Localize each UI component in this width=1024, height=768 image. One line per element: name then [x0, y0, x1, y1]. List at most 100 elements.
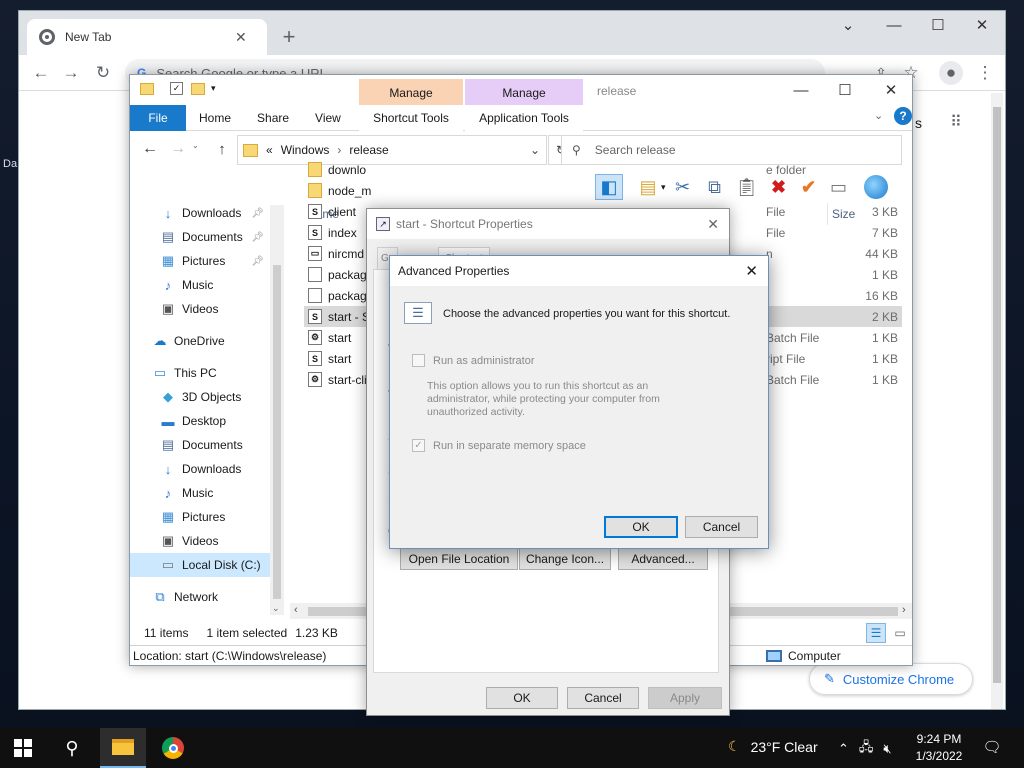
nav-item-pictures[interactable]: ▦ Pictures — [130, 505, 270, 529]
nav-item-music[interactable]: ♪ Music — [130, 481, 270, 505]
chrome-scroll-thumb[interactable] — [993, 107, 1001, 683]
shortcut-apply-button[interactable]: Apply — [648, 687, 722, 709]
nav-scroll-thumb[interactable] — [273, 265, 281, 599]
tab-application-tools[interactable]: Application Tools — [465, 104, 583, 131]
folder-file-icon — [308, 162, 322, 177]
nav-item-videos[interactable]: ▣ Videos — [130, 529, 270, 553]
nav-item-documents[interactable]: ▤ Documents — [130, 433, 270, 457]
nav-scroll-down-icon[interactable]: ⌄ — [272, 603, 280, 614]
volume-muted-icon[interactable]: 🔇︎ — [883, 741, 891, 757]
reload-icon[interactable]: ↻ — [91, 61, 115, 85]
weather-widget[interactable]: ☾ 23°F Clear — [728, 738, 818, 755]
breadcrumb-overflow[interactable]: « — [266, 143, 273, 157]
apps-grid-icon[interactable]: ⠿ — [945, 111, 967, 133]
taskbar-file-explorer[interactable] — [100, 728, 146, 768]
run-as-admin-option[interactable]: Run as administrator — [412, 354, 535, 367]
start-icon[interactable] — [14, 739, 32, 757]
chrome-menu-icon[interactable]: ⋮ — [973, 61, 997, 85]
file-size: 16 KB — [865, 288, 898, 303]
recent-locations-icon[interactable]: ⌄ — [192, 141, 199, 150]
breadcrumb-release[interactable]: release — [349, 143, 388, 157]
taskbar-chrome[interactable] — [150, 728, 196, 768]
scroll-right-icon[interactable]: › — [902, 604, 906, 616]
network-status-icon[interactable]: 🖧︎ — [859, 738, 874, 760]
tab-home[interactable]: Home — [186, 105, 244, 131]
tab-view[interactable]: View — [302, 105, 354, 131]
new-tab-icon[interactable]: + — [277, 24, 301, 49]
nav-item-downloads[interactable]: ↓ Downloads — [130, 457, 270, 481]
nav-item-desktop[interactable]: ▬ Desktop — [130, 409, 270, 433]
explorer-maximize-icon[interactable]: ☐ — [822, 76, 868, 104]
customize-chrome-button[interactable]: ✎ Customize Chrome — [809, 663, 973, 695]
tab-file[interactable]: File — [130, 104, 186, 131]
nav-item-network[interactable]: ⧉ Network — [130, 585, 270, 609]
nav-item-local-disk-c[interactable]: ▭ Local Disk (C:) — [130, 553, 270, 577]
status-bar: 11 items 1 item selected 1.23 KB — [144, 625, 338, 641]
profile-icon[interactable]: ● — [939, 61, 963, 85]
properties-icon[interactable]: ✓ — [170, 82, 183, 95]
shortcut-ok-button[interactable]: OK — [486, 687, 558, 709]
tab-new-tab[interactable]: New Tab ✕ — [27, 19, 267, 55]
nav-item-documents[interactable]: ▤ Documents 📌︎ — [130, 225, 270, 249]
close-tab-icon[interactable]: ✕ — [235, 29, 247, 46]
close-window-icon[interactable]: ✕ — [959, 11, 1005, 39]
explorer-close-icon[interactable]: ✕ — [868, 76, 914, 104]
explorer-back-icon[interactable]: ← — [138, 137, 162, 161]
advanced-button[interactable]: Advanced... — [618, 548, 708, 570]
advanced-cancel-button[interactable]: Cancel — [685, 516, 758, 538]
clock[interactable]: 9:24 PM 1/3/2022 — [906, 731, 972, 765]
file-row[interactable]: downlo e folder — [304, 159, 902, 180]
run-as-admin-checkbox[interactable] — [412, 354, 425, 367]
shortcut-close-icon[interactable]: ✕ — [707, 216, 719, 233]
chrome-scrollbar[interactable] — [991, 93, 1003, 709]
nav-item-pictures[interactable]: ▦ Pictures 📌︎ — [130, 249, 270, 273]
nav-item-label: Music — [182, 278, 214, 292]
separate-memory-checkbox[interactable]: ✓ — [412, 439, 425, 452]
gmail-link-fragment[interactable]: s — [915, 115, 922, 131]
tab-share[interactable]: Share — [244, 105, 302, 131]
file-name: client — [328, 204, 357, 219]
scroll-left-icon[interactable]: ‹ — [294, 604, 298, 616]
forward-icon[interactable]: → — [59, 61, 83, 85]
details-view-icon[interactable]: ☰ — [866, 623, 886, 643]
address-dropdown-icon[interactable]: ⌄ — [530, 143, 540, 157]
new-folder-icon[interactable] — [191, 82, 205, 95]
file-row[interactable]: node_m — [304, 180, 902, 201]
separate-memory-option[interactable]: ✓ Run in separate memory space — [412, 439, 586, 452]
nav-item-videos[interactable]: ▣ Videos — [130, 297, 270, 321]
nav-item-this-pc[interactable]: ▭ This PC — [130, 361, 270, 385]
file-size: 44 KB — [865, 246, 898, 261]
advanced-ok-button[interactable]: OK — [604, 516, 678, 538]
taskbar-search-icon[interactable]: ⚲ — [60, 736, 84, 760]
nav-item-music[interactable]: ♪ Music — [130, 273, 270, 297]
documents-icon: ▤ — [161, 229, 175, 244]
open-file-location-button[interactable]: Open File Location — [400, 548, 518, 570]
advanced-close-icon[interactable]: ✕ — [745, 262, 758, 280]
breadcrumb-windows[interactable]: Windows — [281, 143, 330, 157]
nav-item-onedrive[interactable]: ☁ OneDrive — [130, 329, 270, 353]
explorer-minimize-icon[interactable]: — — [778, 76, 824, 104]
nav-item-label: Desktop — [182, 414, 227, 428]
show-hidden-icons-icon[interactable]: ⌃ — [838, 741, 849, 757]
customize-qat-icon[interactable]: ▾ — [211, 83, 216, 94]
up-icon[interactable]: ↑ — [210, 137, 234, 161]
large-icons-view-icon[interactable]: ▭ — [890, 623, 910, 643]
maximize-icon[interactable]: ☐ — [915, 11, 961, 39]
tab-shortcut-tools[interactable]: Shortcut Tools — [359, 104, 463, 131]
back-icon[interactable]: ← — [29, 61, 53, 85]
computer-label: Computer — [788, 649, 841, 663]
nav-item-downloads[interactable]: ↓ Downloads 📌︎ — [130, 201, 270, 225]
nav-item-label: Pictures — [182, 510, 226, 524]
desktop-icon: ▬ — [161, 413, 175, 429]
nav-item-3d-objects[interactable]: ◆ 3D Objects — [130, 385, 270, 409]
change-icon-button[interactable]: Change Icon... — [519, 548, 611, 570]
nav-item-label: Downloads — [182, 462, 242, 476]
shortcut-cancel-button[interactable]: Cancel — [567, 687, 639, 709]
explorer-forward-icon[interactable]: → — [166, 137, 190, 161]
notifications-icon[interactable]: 🗨︎ — [982, 737, 1002, 757]
minimize-icon[interactable]: — — [871, 11, 917, 39]
help-icon[interactable]: ? — [894, 107, 912, 125]
nav-scrollbar[interactable]: ⌄ — [270, 205, 284, 615]
tab-search-icon[interactable]: ⌄ — [825, 11, 871, 39]
expand-ribbon-icon[interactable]: ⌄ — [874, 109, 883, 122]
